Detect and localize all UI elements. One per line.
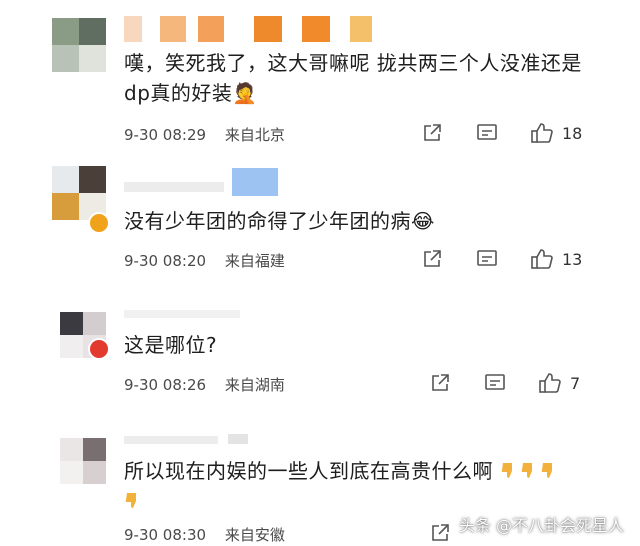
username-blurred[interactable]: [124, 308, 244, 320]
comment-location: 来自湖南: [224, 376, 285, 394]
share-icon[interactable]: [430, 523, 450, 543]
share-icon[interactable]: [422, 249, 442, 269]
thumbs-up-icon[interactable]: [538, 371, 562, 395]
share-icon[interactable]: [430, 373, 450, 393]
comment-location: 来自安徽: [224, 526, 285, 544]
comment-location: 来自福建: [224, 252, 285, 270]
comment-meta: 9-30 08:26 来自湖南: [124, 374, 285, 395]
comment-text: 所以现在内娱的一些人到底在高贵什么啊: [124, 456, 584, 516]
comment-meta: 9-30 08:20 来自福建: [124, 250, 285, 271]
comment-icon[interactable]: [476, 123, 498, 143]
comment-2: 没有少年团的命得了少年团的病😂 9-30 08:20 来自福建 13: [0, 160, 640, 290]
comment-text-body: 所以现在内娱的一些人到底在高贵什么啊: [124, 459, 493, 483]
avatar[interactable]: [52, 18, 106, 72]
verified-badge-icon: [88, 212, 110, 234]
thumbs-down-emoji-icon: [520, 459, 540, 479]
thumbs-down-emoji-icon: [124, 489, 144, 509]
comment-meta: 9-30 08:30 来自安徽: [124, 524, 285, 545]
comment-text: 嘆，笑死我了，这大哥嘛呢 拢共两三个人没准还是dp真的好装🤦: [124, 51, 582, 105]
comment-meta: 9-30 08:29 来自北京: [124, 124, 285, 145]
comment-date: 9-30 08:20: [124, 252, 207, 270]
watermark: 头条 @不八卦会死星人: [458, 516, 624, 535]
thumbs-up-icon[interactable]: [530, 247, 554, 271]
comment-location: 来自北京: [224, 126, 285, 144]
username-blurred[interactable]: [124, 168, 284, 198]
avatar[interactable]: [60, 438, 106, 484]
like-count: 7: [570, 374, 581, 393]
comment-text: 这是哪位?: [124, 333, 218, 357]
thumbs-up-icon[interactable]: [530, 121, 554, 145]
username-blurred[interactable]: [124, 16, 374, 42]
like-count: 13: [562, 250, 583, 269]
comment-icon[interactable]: [484, 373, 506, 393]
thumbs-down-emoji-icon: [500, 459, 520, 479]
thumbs-down-emoji-icon: [540, 459, 560, 479]
comment-date: 9-30 08:29: [124, 126, 207, 144]
red-badge-icon: [88, 338, 110, 360]
comment-text: 没有少年团的命得了少年团的病😂: [124, 209, 435, 233]
comment-icon[interactable]: [476, 249, 498, 269]
comment-1: 嘆，笑死我了，这大哥嘛呢 拢共两三个人没准还是dp真的好装🤦 9-30 08:2…: [0, 0, 640, 150]
comment-3: 这是哪位? 9-30 08:26 来自湖南 7: [0, 300, 640, 410]
username-blurred[interactable]: [124, 434, 254, 446]
comment-date: 9-30 08:30: [124, 526, 207, 544]
like-count: 18: [562, 124, 583, 143]
share-icon[interactable]: [422, 123, 442, 143]
comment-date: 9-30 08:26: [124, 376, 207, 394]
